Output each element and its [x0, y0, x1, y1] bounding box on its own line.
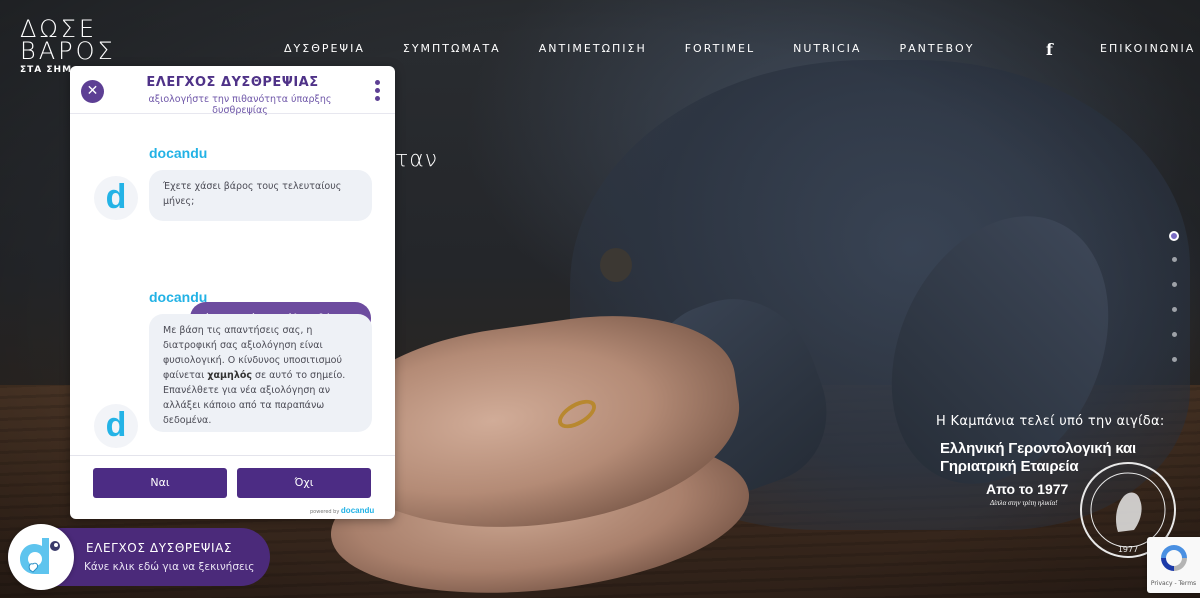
- hero-headline: ταν: [395, 147, 439, 172]
- society-name-line-1: Ελληνική Γεροντολογική και: [940, 440, 1136, 457]
- chat-launcher[interactable]: ΕΛΕΓΧΟΣ ΔΥΣΘΡΕΨΙΑΣ Κάνε κλικ εδώ για να …: [8, 524, 270, 590]
- launcher-avatar: [8, 524, 74, 590]
- chat-header: ✕ ΕΛΕΓΧΟΣ ΔΥΣΘΡΕΨΙΑΣ αξιολογήστε την πιθ…: [70, 66, 395, 116]
- nav-item-nutricia[interactable]: NUTRICIA: [793, 42, 861, 55]
- launcher-subtitle: Κάνε κλικ εδώ για να ξεκινήσεις: [84, 561, 255, 573]
- powered-by-brand: docandu: [340, 506, 375, 515]
- bot-avatar-letter: d: [105, 178, 127, 216]
- slider-dot-2[interactable]: [1171, 257, 1177, 262]
- recaptcha-icon: [1160, 545, 1187, 571]
- seal-year: 1977: [1118, 545, 1138, 554]
- bot-message: Με βάση τις απαντήσεις σας, η διατροφική…: [149, 314, 372, 432]
- chat-widget: ✕ ΕΛΕΓΧΟΣ ΔΥΣΘΡΕΨΙΑΣ αξιολογήστε την πιθ…: [70, 66, 395, 519]
- campaign-aegis-text: Η Καμπάνια τελεί υπό την αιγίδα:: [936, 414, 1165, 429]
- chat-footer: Ναι Όχι powered by docandu: [70, 455, 395, 519]
- chat-subtitle: αξιολογήστε την πιθανότητα ύπαρξης δυσθρ…: [148, 94, 332, 116]
- yes-button[interactable]: Ναι: [93, 468, 227, 498]
- nav-item-dysthrepsia[interactable]: ΔΥΣΘΡΕΨΙΑ: [284, 42, 365, 55]
- nav-item-symptoms[interactable]: ΣΥΜΠΤΩΜΑΤΑ: [403, 42, 501, 55]
- slider-dot-5[interactable]: [1171, 332, 1177, 337]
- bot-name: docandu: [149, 145, 208, 161]
- docandu-mascot-icon: [20, 538, 60, 574]
- powered-by-label: powered by: [310, 509, 340, 515]
- recaptcha-badge[interactable]: Privacy - Terms: [1147, 537, 1200, 593]
- facebook-icon[interactable]: f: [1046, 40, 1053, 59]
- launcher-title: ΕΛΕΓΧΟΣ ΔΥΣΘΡΕΨΙΑΣ: [86, 541, 233, 555]
- slider-pagination: [1169, 231, 1179, 382]
- no-button[interactable]: Όχι: [237, 468, 371, 498]
- bot-name: docandu: [149, 289, 208, 305]
- more-options-icon[interactable]: [373, 80, 381, 104]
- bot-avatar: d: [94, 176, 138, 220]
- slider-dot-6[interactable]: [1171, 357, 1177, 362]
- slider-dot-3[interactable]: [1171, 282, 1177, 287]
- chat-messages: docandu d Έχετε χάσει βάρος τους τελευτα…: [70, 115, 395, 455]
- nav-item-appointment[interactable]: ΡΑΝΤΕΒΟΥ: [899, 42, 974, 55]
- main-nav: ΔΥΣΘΡΕΨΙΑ ΣΥΜΠΤΩΜΑΤΑ ΑΝΤΙΜΕΤΩΠΙΣΗ FORTIM…: [284, 42, 974, 55]
- nav-item-fortimel[interactable]: FORTIMEL: [685, 42, 755, 55]
- logo-line-2: ΒΑΡΟΣ: [20, 37, 116, 65]
- slider-dot-4[interactable]: [1171, 307, 1177, 312]
- bot-avatar: d: [94, 404, 138, 448]
- nav-item-contact[interactable]: ΕΠΙΚΟΙΝΩΝΙΑ: [1100, 42, 1195, 55]
- bot-avatar-letter: d: [105, 406, 127, 444]
- nav-item-treatment[interactable]: ΑΝΤΙΜΕΤΩΠΙΣΗ: [539, 42, 647, 55]
- bot-message-bold: χαμηλός: [207, 370, 252, 381]
- powered-by[interactable]: powered by docandu: [310, 506, 374, 515]
- bot-message: Έχετε χάσει βάρος τους τελευταίους μήνες…: [149, 170, 372, 221]
- since-subtext: Δίπλα στην τρίτη ηλικία!: [990, 499, 1058, 507]
- chat-title: ΕΛΕΓΧΟΣ ΔΥΣΘΡΕΨΙΑΣ: [146, 75, 319, 90]
- recaptcha-terms[interactable]: Privacy - Terms: [1147, 580, 1200, 587]
- since-text: Απο το 1977: [986, 481, 1069, 497]
- slider-dot-1[interactable]: [1169, 231, 1179, 241]
